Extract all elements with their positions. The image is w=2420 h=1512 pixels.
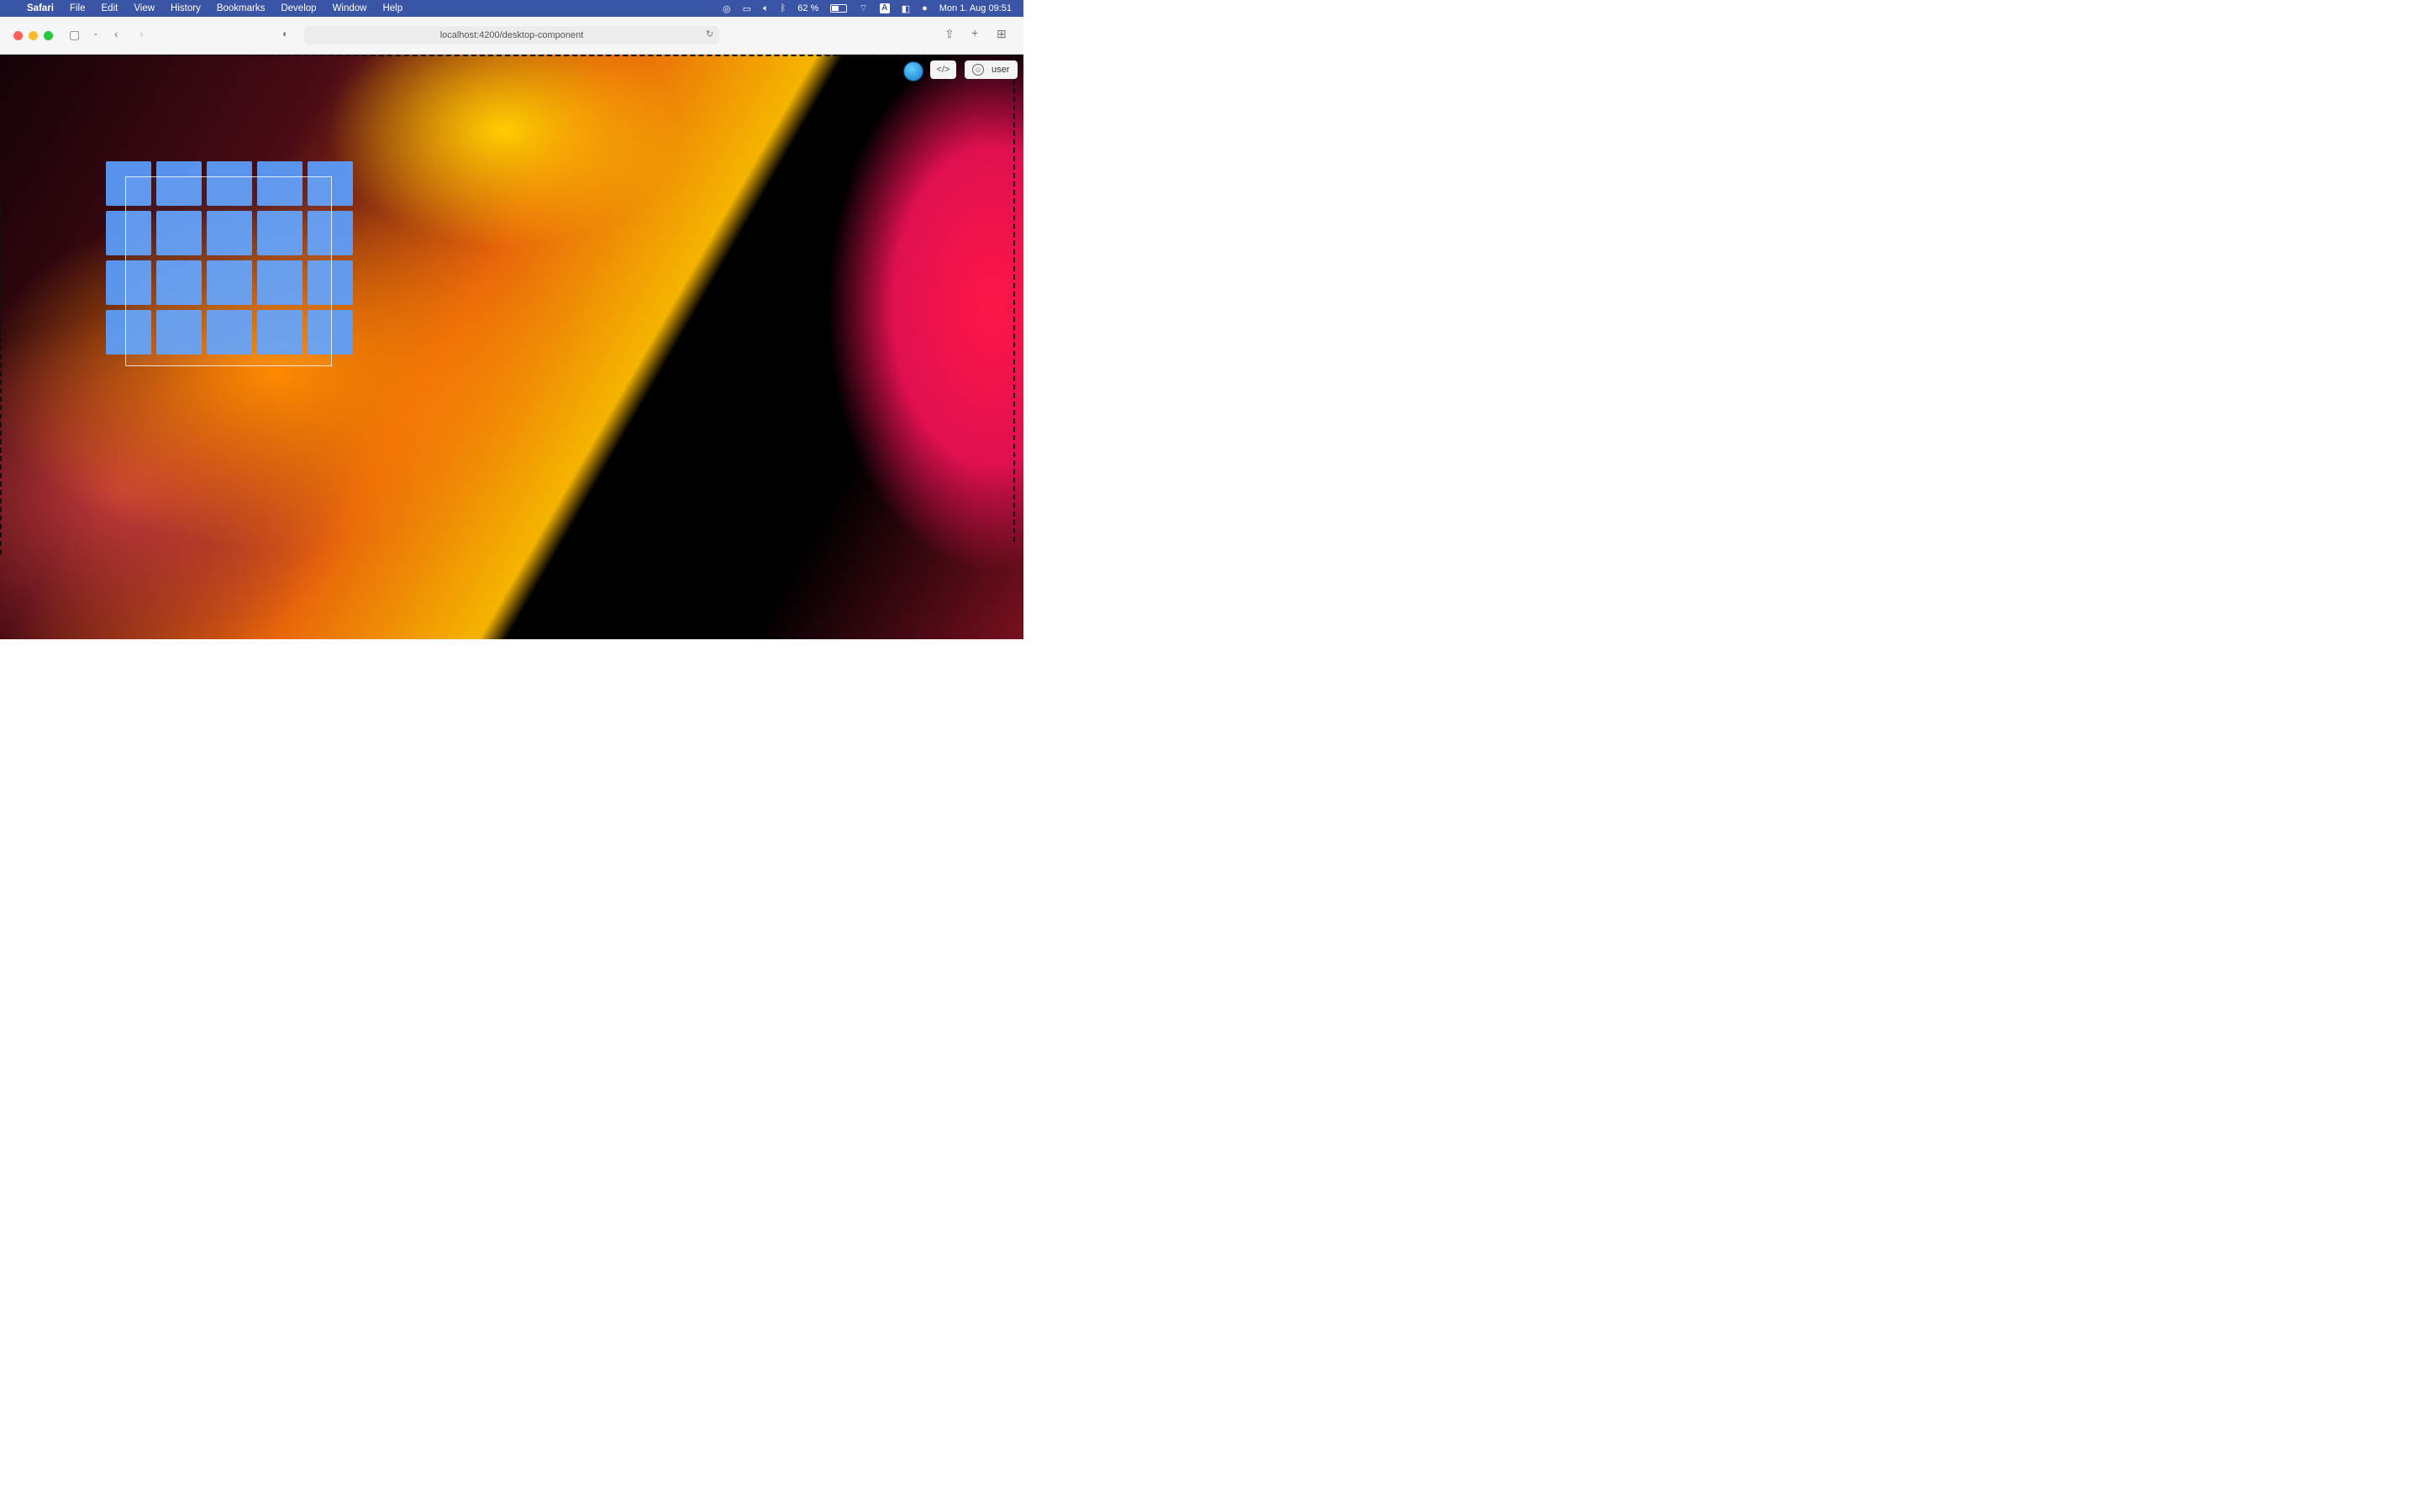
menu-window[interactable]: Window — [333, 3, 367, 13]
menu-view[interactable]: View — [134, 3, 155, 13]
zoom-window-icon[interactable] — [44, 31, 53, 40]
share-icon[interactable]: ⇪ — [944, 27, 955, 41]
menu-file[interactable]: File — [70, 3, 86, 13]
menu-help[interactable]: Help — [382, 3, 402, 13]
clock[interactable]: Mon 1. Aug 09:51 — [939, 3, 1012, 13]
desktop-viewport[interactable]: </> ☺ user ▬ ▣ ✎ ›_ ▤ ⚙ — [0, 55, 1023, 639]
privacy-shield-icon[interactable]: ◐ — [282, 28, 288, 39]
tab-overview-icon[interactable]: ⊞ — [997, 27, 1007, 41]
minimize-window-icon[interactable] — [29, 31, 38, 40]
battery-icon[interactable] — [830, 4, 848, 13]
bluetooth-icon[interactable]: ᛒ — [781, 3, 786, 13]
selection-rectangle — [125, 176, 332, 366]
sidebar-toggle-icon[interactable]: ▢ — [69, 28, 80, 42]
display-icon[interactable]: ▭ — [743, 3, 751, 14]
menu-bookmarks[interactable]: Bookmarks — [217, 3, 266, 13]
reload-icon[interactable]: ↻ — [706, 29, 713, 39]
address-bar[interactable]: localhost:4200/desktop-component — [304, 26, 719, 45]
browser-toolbar: ▢ ⌄ ‹ › ◐ localhost:4200/desktop-compone… — [0, 17, 1023, 55]
code-button[interactable]: </> — [930, 60, 956, 79]
chevron-down-icon[interactable]: ⌄ — [92, 29, 99, 38]
screen: Safari File Edit View History Bookmarks … — [0, 0, 1023, 639]
menubar: Safari File Edit View History Bookmarks … — [0, 0, 1023, 17]
status-area: ◎ ▭ 🔈︎ ᛒ 62 % ⌔ A ◧ ● Mon 1. Aug 09:51 — [723, 0, 1012, 17]
user-label: user — [992, 65, 1010, 75]
wifi-icon[interactable]: ⌔ — [859, 3, 867, 14]
close-window-icon[interactable] — [13, 31, 23, 40]
input-source-icon[interactable]: A — [879, 3, 890, 13]
menu-edit[interactable]: Edit — [102, 3, 118, 13]
grammarly-icon[interactable]: ◎ — [723, 3, 731, 14]
dashed-outline-left — [0, 202, 2, 554]
globe-icon[interactable] — [903, 61, 923, 81]
volume-icon[interactable]: 🔈︎ — [763, 3, 769, 14]
siri-icon[interactable]: ● — [922, 3, 928, 13]
menu-history[interactable]: History — [171, 3, 201, 13]
new-tab-icon[interactable]: + — [971, 26, 978, 39]
forward-icon[interactable]: › — [139, 27, 144, 40]
back-icon[interactable]: ‹ — [114, 27, 118, 40]
user-icon: ☺ — [972, 64, 984, 76]
user-button[interactable]: ☺ user — [965, 60, 1018, 79]
control-center-icon[interactable]: ◧ — [902, 3, 910, 14]
menu-develop[interactable]: Develop — [281, 3, 316, 13]
battery-percent: 62 % — [797, 3, 819, 13]
app-menu[interactable]: Safari — [27, 3, 54, 13]
